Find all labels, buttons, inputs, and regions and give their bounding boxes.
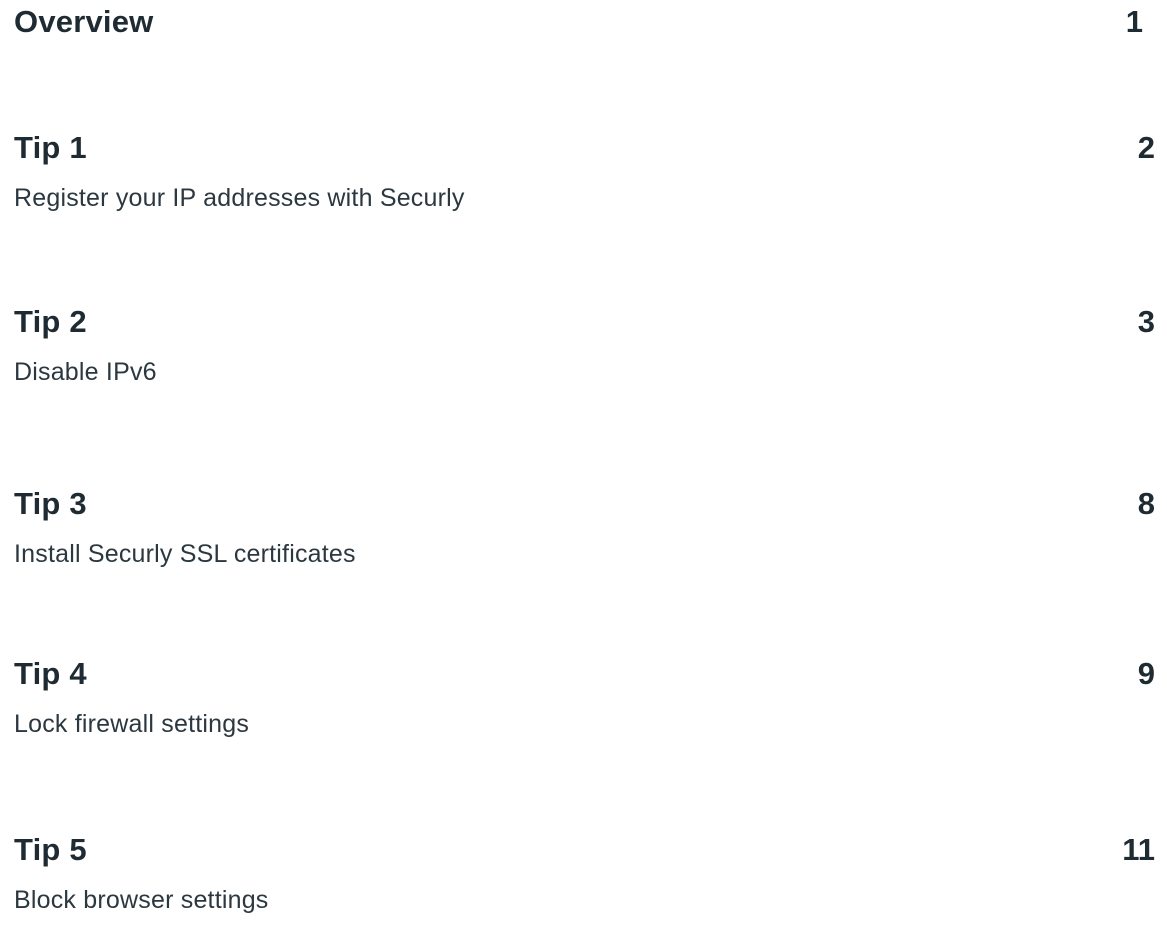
toc-entry-tip-5[interactable]: Tip 5 11 Block browser settings	[14, 832, 1155, 915]
toc-entry-page-number: 8	[1137, 486, 1155, 521]
toc-entry-header: Tip 4 9	[14, 656, 1155, 692]
toc-entry-overview[interactable]: Overview 1	[14, 4, 1155, 40]
toc-entry-tip-4[interactable]: Tip 4 9 Lock firewall settings	[14, 656, 1155, 739]
table-of-contents: Overview 1 Tip 1 2 Register your IP addr…	[0, 0, 1167, 930]
toc-entry-description: Disable IPv6	[14, 358, 157, 386]
toc-entry-title: Tip 3	[14, 486, 87, 521]
toc-entry-header: Tip 5 11	[14, 832, 1155, 868]
toc-entry-description: Install Securly SSL certificates	[14, 540, 356, 568]
toc-entry-tip-1[interactable]: Tip 1 2 Register your IP addresses with …	[14, 130, 1155, 213]
toc-entry-description: Lock firewall settings	[14, 710, 250, 738]
toc-entry-page-number: 1	[1125, 4, 1143, 39]
toc-entry-title: Tip 5	[14, 832, 87, 867]
toc-entry-title: Tip 4	[14, 656, 87, 691]
toc-entry-title: Overview	[14, 4, 154, 39]
toc-entry-header: Tip 2 3	[14, 304, 1155, 340]
toc-entry-description: Block browser settings	[14, 886, 269, 914]
toc-entry-page-number: 3	[1137, 304, 1155, 339]
toc-entry-tip-2[interactable]: Tip 2 3 Disable IPv6	[14, 304, 1155, 387]
toc-entry-title: Tip 2	[14, 304, 87, 339]
toc-entry-page-number: 2	[1137, 130, 1155, 165]
toc-entry-header: Tip 3 8	[14, 486, 1155, 522]
toc-entry-header: Overview 1	[14, 4, 1155, 40]
toc-entry-page-number: 9	[1137, 656, 1155, 691]
toc-entry-tip-3[interactable]: Tip 3 8 Install Securly SSL certificates	[14, 486, 1155, 569]
toc-entry-page-number: 11	[1122, 832, 1155, 867]
toc-entry-description: Register your IP addresses with Securly	[14, 184, 465, 212]
toc-entry-header: Tip 1 2	[14, 130, 1155, 166]
toc-entry-title: Tip 1	[14, 130, 87, 165]
